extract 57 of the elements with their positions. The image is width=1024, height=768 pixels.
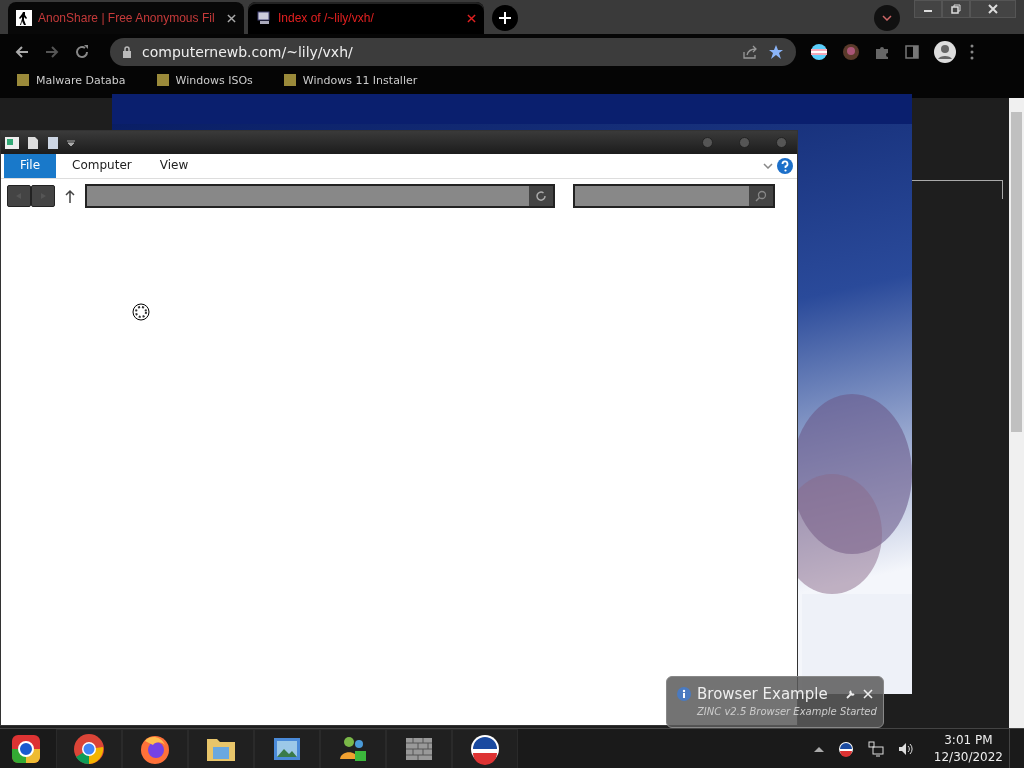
document-icon[interactable] xyxy=(27,135,39,150)
taskbar-button[interactable] xyxy=(452,728,518,768)
plus-icon xyxy=(499,12,511,24)
taskbar-button[interactable] xyxy=(254,728,320,768)
profile-icon[interactable] xyxy=(934,41,956,63)
close-icon[interactable] xyxy=(467,13,476,23)
chrome-icon xyxy=(73,732,105,765)
clock[interactable]: 3:01 PM 12/30/2022 xyxy=(927,731,1009,766)
taskbar-button[interactable] xyxy=(320,728,386,768)
minimize-button[interactable] xyxy=(914,0,942,18)
close-icon xyxy=(988,4,998,14)
close-button[interactable] xyxy=(970,0,1016,18)
window-icon xyxy=(5,136,19,149)
avatar-icon[interactable] xyxy=(842,43,860,61)
side-panel-icon[interactable] xyxy=(904,44,920,60)
browser-tab[interactable]: AnonShare | Free Anonymous Fil xyxy=(8,2,244,34)
back-icon[interactable] xyxy=(14,44,30,60)
walking-figure-icon xyxy=(16,10,32,26)
lock-icon xyxy=(122,46,132,58)
show-hidden-icons-icon[interactable] xyxy=(813,745,824,752)
bookmark-icon xyxy=(16,73,30,87)
chevron-icon xyxy=(882,15,892,21)
bookmark-title: Windows 11 Installer xyxy=(302,73,418,87)
striped-circle-icon[interactable] xyxy=(810,43,828,61)
taskbar-button[interactable] xyxy=(122,728,188,768)
scrollbar[interactable] xyxy=(1009,98,1024,728)
info-icon xyxy=(677,687,691,701)
new-tab-button[interactable] xyxy=(492,5,518,31)
address-bar[interactable]: computernewb.com/~lily/vxh/ xyxy=(110,38,796,66)
notification-title: Browser Example xyxy=(697,685,828,703)
close-icon[interactable] xyxy=(227,13,236,23)
puzzle-icon[interactable] xyxy=(874,44,890,60)
start-button[interactable] xyxy=(10,732,42,765)
network-icon[interactable] xyxy=(867,740,884,757)
browser-tab[interactable]: Index of /~lily/vxh/ xyxy=(248,2,484,34)
reload-icon[interactable] xyxy=(74,44,90,60)
restore-button[interactable] xyxy=(942,0,970,18)
bookmark-icon xyxy=(282,73,297,87)
up-arrow-icon[interactable] xyxy=(65,189,75,203)
bookmark-title: Windows ISOs xyxy=(175,73,253,87)
dropdown-icon[interactable] xyxy=(67,139,75,146)
circle-logo-icon[interactable] xyxy=(837,740,854,757)
bookmark-title: Malware Databa xyxy=(36,73,126,87)
taskbar-button[interactable] xyxy=(386,728,452,768)
wrench-icon[interactable] xyxy=(845,688,857,700)
restore-icon xyxy=(951,4,961,14)
taskbar-button[interactable] xyxy=(56,728,122,768)
circle-logo-icon xyxy=(469,732,501,765)
menu-icon[interactable] xyxy=(970,44,974,60)
share-icon[interactable] xyxy=(742,44,758,60)
star-icon[interactable] xyxy=(768,44,784,60)
ribbon-tab[interactable]: File xyxy=(4,154,57,178)
forward-icon[interactable] xyxy=(44,44,60,60)
bookmark-icon xyxy=(155,73,170,87)
folder-icon[interactable] xyxy=(47,135,59,150)
taskbar-button[interactable] xyxy=(188,728,254,768)
computer-icon xyxy=(256,10,272,26)
